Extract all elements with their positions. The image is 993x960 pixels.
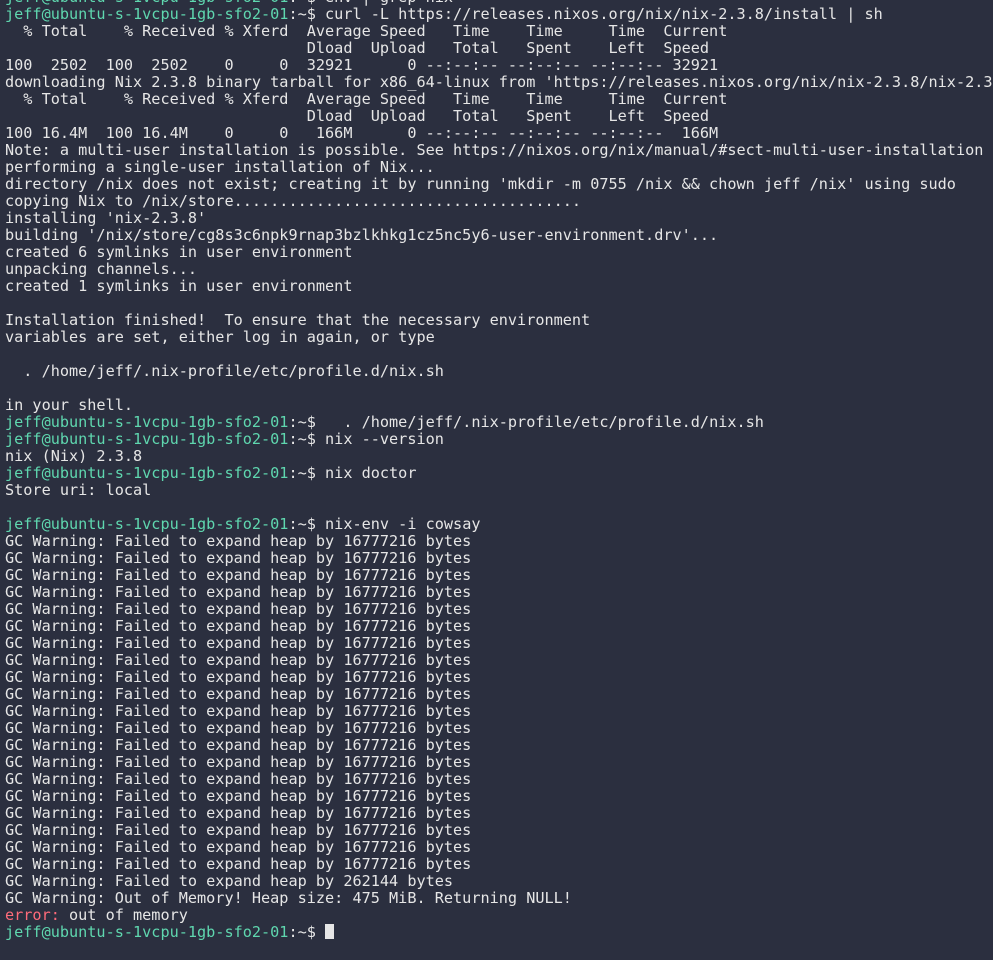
output-line: GC Warning: Failed to expand heap by 167…: [5, 771, 472, 788]
prompt-line: jeff@ubuntu-s-1vcpu-1gb-sfo2-01:~$: [5, 924, 993, 941]
output-line: % Total % Received % Xferd Average Speed…: [5, 23, 728, 40]
command-text: nix --version: [315, 431, 444, 448]
output-line: GC Warning: Failed to expand heap by 167…: [5, 550, 472, 567]
output-line: GC Warning: Out of Memory! Heap size: 47…: [5, 890, 572, 907]
command-text: nix-env -i cowsay: [315, 516, 481, 533]
output-line: Dload Upload Total Spent Left Speed: [5, 40, 710, 57]
prompt-suffix: :~$: [288, 516, 316, 533]
prompt-suffix: :~$: [288, 414, 316, 431]
command-text: nix doctor: [315, 465, 417, 482]
output-line: GC Warning: Failed to expand heap by 167…: [5, 805, 472, 822]
error-line: error: out of memory: [5, 907, 993, 924]
command-text: . /home/jeff/.nix-profile/etc/profile.d/…: [315, 414, 764, 431]
prompt-suffix: :~$: [288, 924, 316, 941]
prompt-user-host: jeff@ubuntu-s-1vcpu-1gb-sfo2-01: [5, 924, 289, 941]
error-message: out of memory: [59, 907, 188, 924]
prompt-line: jeff@ubuntu-s-1vcpu-1gb-sfo2-01:~$ nix -…: [5, 431, 993, 448]
output-line: GC Warning: Failed to expand heap by 167…: [5, 754, 472, 771]
output-line: GC Warning: Failed to expand heap by 167…: [5, 601, 472, 618]
prompt-line: jeff@ubuntu-s-1vcpu-1gb-sfo2-01:~$ nix d…: [5, 465, 993, 482]
output-line: unpacking channels...: [5, 261, 198, 278]
output-line: created 1 symlinks in user environment: [5, 278, 353, 295]
terminal-output[interactable]: jeff@ubuntu-s-1vcpu-1gb-sfo2-01:~$ env |…: [0, 0, 993, 941]
prompt-user-host: jeff@ubuntu-s-1vcpu-1gb-sfo2-01: [5, 431, 289, 448]
output-line: created 6 symlinks in user environment: [5, 244, 353, 261]
output-line: 100 16.4M 100 16.4M 0 0 166M 0 --:--:-- …: [5, 125, 719, 142]
prompt-user-host: jeff@ubuntu-s-1vcpu-1gb-sfo2-01: [5, 516, 289, 533]
output-line: GC Warning: Failed to expand heap by 167…: [5, 686, 472, 703]
output-line: Installation finished! To ensure that th…: [5, 312, 591, 329]
prompt-user-host: jeff@ubuntu-s-1vcpu-1gb-sfo2-01: [5, 6, 289, 23]
output-line: GC Warning: Failed to expand heap by 167…: [5, 703, 472, 720]
output-line: . /home/jeff/.nix-profile/etc/profile.d/…: [5, 363, 444, 380]
output-line: variables are set, either log in again, …: [5, 329, 435, 346]
output-line: downloading Nix 2.3.8 binary tarball for…: [5, 74, 993, 91]
output-line: GC Warning: Failed to expand heap by 167…: [5, 839, 472, 856]
output-line: building '/nix/store/cg8s3c6npk9rnap3bzl…: [5, 227, 719, 244]
output-line: % Total % Received % Xferd Average Speed…: [5, 91, 728, 108]
prompt-user-host: jeff@ubuntu-s-1vcpu-1gb-sfo2-01: [5, 414, 289, 431]
output-line: GC Warning: Failed to expand heap by 262…: [5, 873, 454, 890]
output-line: GC Warning: Failed to expand heap by 167…: [5, 822, 472, 839]
error-label: error:: [5, 907, 60, 924]
output-line: GC Warning: Failed to expand heap by 167…: [5, 856, 472, 873]
output-line: directory /nix does not exist; creating …: [5, 176, 956, 193]
command-text: curl -L https://releases.nixos.org/nix/n…: [315, 6, 883, 23]
prompt-suffix: :~$: [288, 431, 316, 448]
command-text: [316, 924, 325, 941]
output-line: GC Warning: Failed to expand heap by 167…: [5, 618, 472, 635]
output-line: Note: a multi-user installation is possi…: [5, 142, 984, 159]
output-line: GC Warning: Failed to expand heap by 167…: [5, 737, 472, 754]
output-line: installing 'nix-2.3.8': [5, 210, 207, 227]
prompt-suffix: :~$: [288, 6, 316, 23]
prompt-suffix: :~$: [288, 465, 316, 482]
output-line: GC Warning: Failed to expand heap by 167…: [5, 533, 472, 550]
output-line: GC Warning: Failed to expand heap by 167…: [5, 788, 472, 805]
output-line: nix (Nix) 2.3.8: [5, 448, 143, 465]
output-line: GC Warning: Failed to expand heap by 167…: [5, 720, 472, 737]
output-line: in your shell.: [5, 397, 134, 414]
output-line: GC Warning: Failed to expand heap by 167…: [5, 669, 472, 686]
output-line: 100 2502 100 2502 0 0 32921 0 --:--:-- -…: [5, 57, 719, 74]
output-line: performing a single-user installation of…: [5, 159, 435, 176]
prompt-user-host: jeff@ubuntu-s-1vcpu-1gb-sfo2-01: [5, 465, 289, 482]
output-line: GC Warning: Failed to expand heap by 167…: [5, 652, 472, 669]
prompt-line: jeff@ubuntu-s-1vcpu-1gb-sfo2-01:~$ curl …: [5, 6, 993, 23]
prompt-line: jeff@ubuntu-s-1vcpu-1gb-sfo2-01:~$ . /ho…: [5, 414, 993, 431]
output-line: GC Warning: Failed to expand heap by 167…: [5, 567, 472, 584]
output-line: Store uri: local: [5, 482, 152, 499]
output-line: Dload Upload Total Spent Left Speed: [5, 108, 710, 125]
terminal-cursor[interactable]: [325, 924, 335, 939]
output-line: GC Warning: Failed to expand heap by 167…: [5, 584, 472, 601]
prompt-line: jeff@ubuntu-s-1vcpu-1gb-sfo2-01:~$ nix-e…: [5, 516, 993, 533]
output-line: GC Warning: Failed to expand heap by 167…: [5, 635, 472, 652]
output-line: copying Nix to /nix/store...............…: [5, 193, 582, 210]
